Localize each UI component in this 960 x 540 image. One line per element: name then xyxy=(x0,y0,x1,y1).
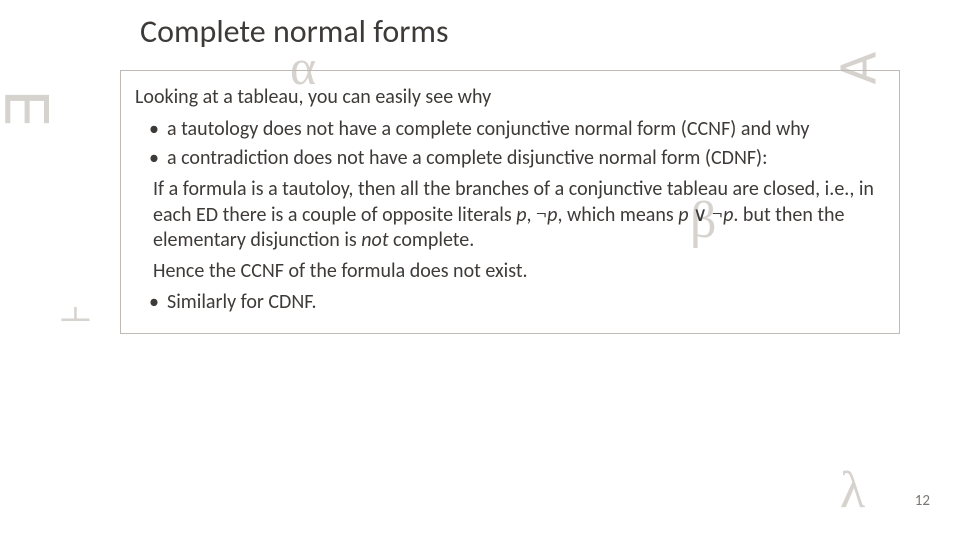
bullet-list-bottom: Similarly for CDNF. xyxy=(135,290,879,315)
decor-turnstile-icon: ⊦ xyxy=(53,302,99,325)
formula-p: p xyxy=(678,203,688,227)
bullet-item: a contradiction does not have a complete… xyxy=(153,146,879,171)
formula-p: p xyxy=(723,203,733,227)
literal-p: p xyxy=(516,203,526,227)
intro-text: Looking at a tableau, you can easily see… xyxy=(135,85,879,109)
bullet-item: Similarly for CDNF. xyxy=(153,290,879,315)
page-number: 12 xyxy=(915,492,930,510)
slide-title: Complete normal forms xyxy=(140,12,448,51)
neg-symbol-icon: ¬ xyxy=(712,203,723,226)
bullet-list-top: a tautology does not have a complete con… xyxy=(135,117,879,171)
bullet-item: a tautology does not have a complete con… xyxy=(153,117,879,142)
content-box: Looking at a tableau, you can easily see… xyxy=(120,70,900,334)
slide: ∃ α ∀ β ⊦ λ Complete normal forms Lookin… xyxy=(0,0,960,540)
or-symbol-icon: ∨ xyxy=(689,203,712,226)
text-run: complete. xyxy=(389,228,475,252)
hence-line: Hence the CCNF of the formula does not e… xyxy=(153,259,879,284)
decor-exists-icon: ∃ xyxy=(0,91,64,129)
text-run: , xyxy=(527,203,537,227)
neg-symbol-icon: ¬ xyxy=(536,203,547,226)
decor-lambda-icon: λ xyxy=(840,460,865,520)
text-run: , which means xyxy=(557,203,678,227)
literal-p: p xyxy=(547,203,557,227)
not-emphasis: not xyxy=(361,228,388,252)
explanation-paragraph: If a formula is a tautoloy, then all the… xyxy=(153,177,879,253)
